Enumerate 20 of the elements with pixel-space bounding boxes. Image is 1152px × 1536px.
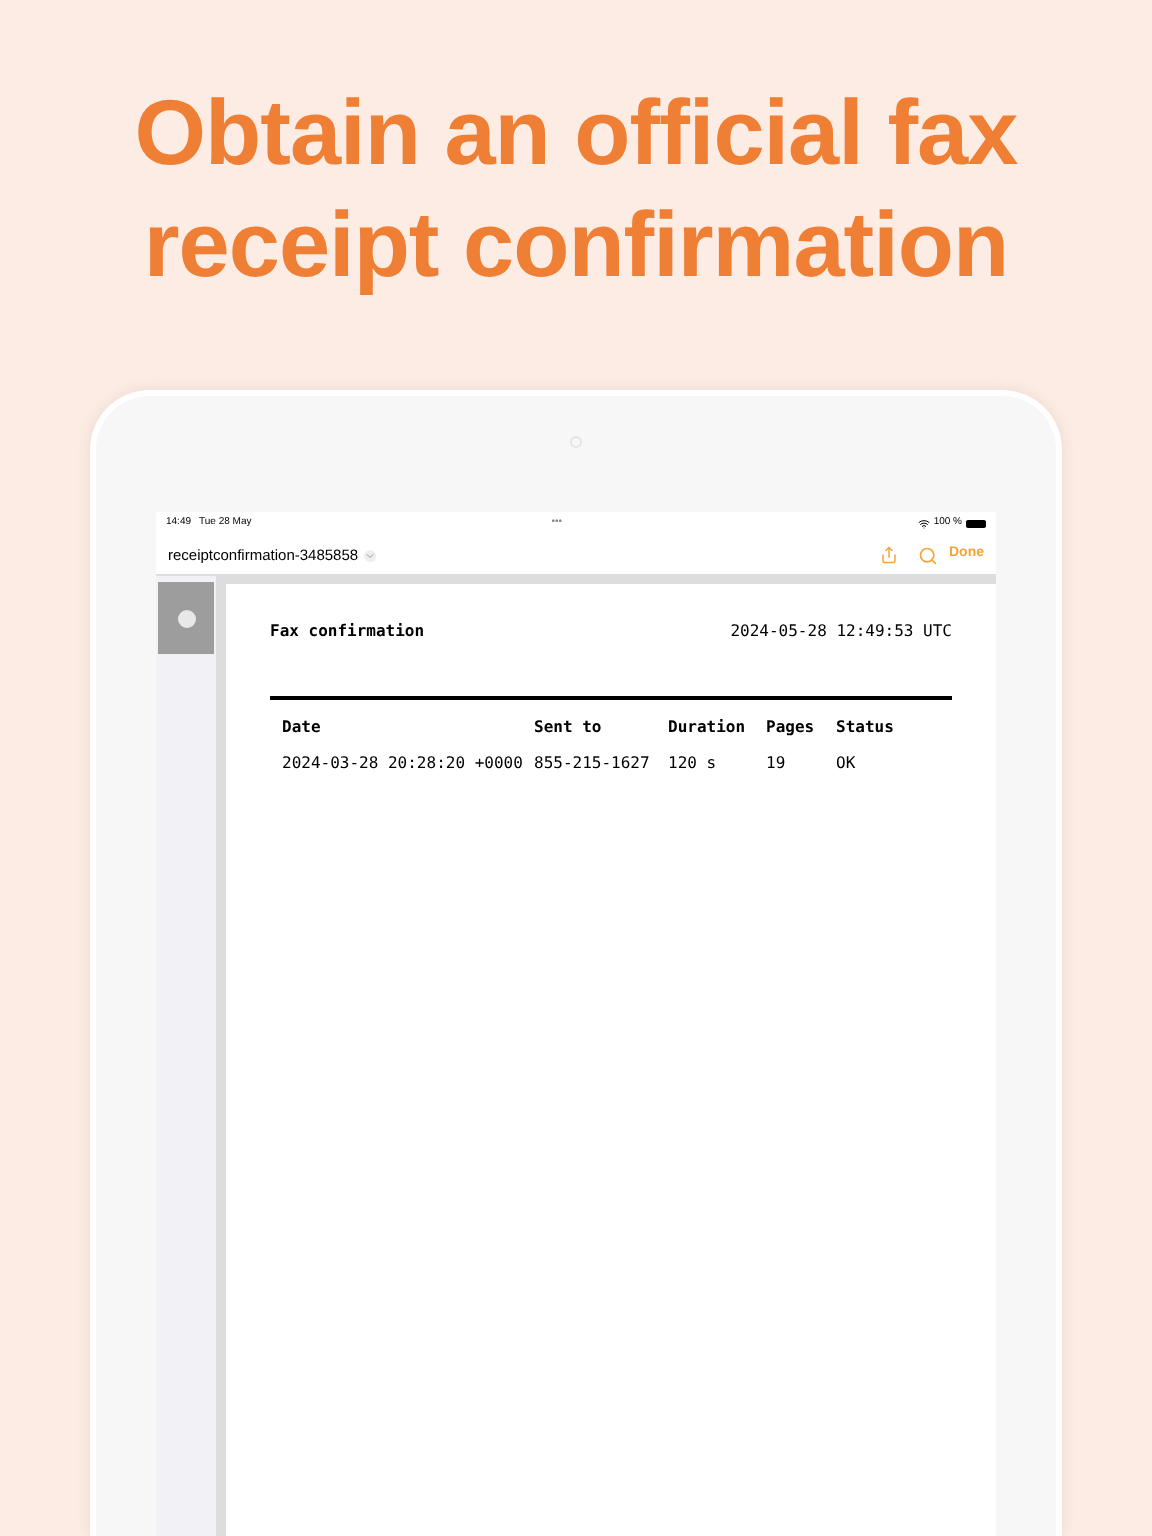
wifi-icon: [917, 518, 930, 530]
column-header: Duration: [668, 716, 748, 740]
column-header: Status: [836, 716, 896, 740]
share-icon[interactable]: [879, 546, 897, 564]
column-header: Date: [282, 716, 323, 740]
table-cell-text: 855-215-1627: [534, 752, 652, 776]
fax-timestamp: 2024-05-28 12:49:53 UTC: [730, 620, 952, 644]
headline: Obtain an official fax receipt confirmation: [132, 78, 1020, 300]
table-cell-text: 2024-03-28 20:28:20 +0000: [282, 752, 525, 776]
table-cell-text: 120 s: [668, 752, 719, 776]
column-header: Sent to: [534, 716, 604, 740]
table-cell-text: 19: [766, 752, 788, 776]
chevron-icon[interactable]: [364, 549, 377, 561]
column-header: Pages: [766, 716, 817, 740]
search-icon[interactable]: [917, 545, 937, 565]
fax-title: Fax confirmation: [270, 620, 425, 644]
more-icon: [177, 609, 195, 627]
page-thumbnail[interactable]: [158, 582, 214, 654]
table-cell-text: OK: [836, 752, 858, 776]
battery-icon: [966, 520, 986, 528]
